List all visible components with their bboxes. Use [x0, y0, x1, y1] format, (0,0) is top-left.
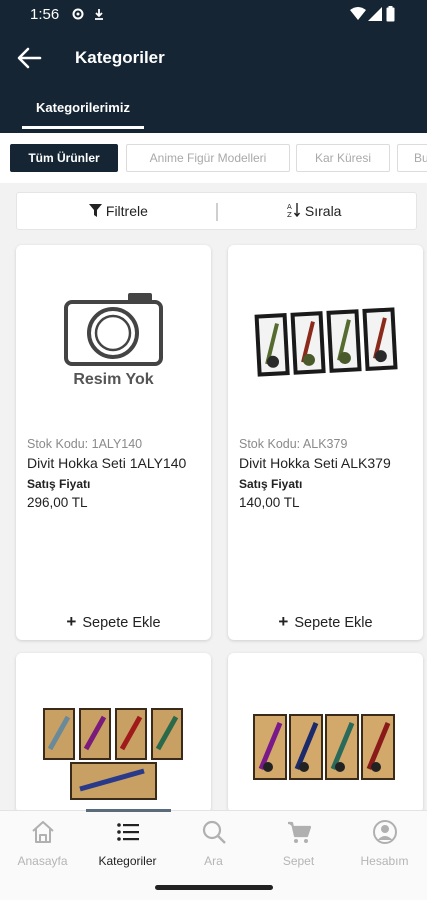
product-card[interactable]	[228, 653, 423, 813]
nav-item-cart[interactable]: Sepet	[256, 811, 341, 877]
add-to-cart-button[interactable]: + Sepete Ekle	[228, 605, 423, 639]
filter-label: Filtrele	[105, 203, 148, 219]
page-title: Kategoriler	[75, 48, 165, 67]
plus-icon: +	[66, 612, 77, 631]
nav-label: Ara	[204, 854, 223, 868]
price-label: Satış Fiyatı	[239, 477, 303, 491]
nav-label: Sepet	[282, 854, 315, 868]
stock-code: Stok Kodu: 1ALY140	[27, 437, 143, 451]
filter-button[interactable]: Filtrele	[89, 193, 148, 229]
search-icon	[202, 820, 226, 844]
svg-text:Z: Z	[287, 211, 292, 218]
nav-item-categories[interactable]: Kategoriler	[85, 811, 170, 877]
camera-icon	[64, 293, 163, 366]
home-gesture-handle[interactable]	[155, 885, 273, 890]
sort-icon: A Z	[287, 203, 301, 219]
back-arrow-icon[interactable]	[16, 46, 42, 70]
svg-text:A: A	[287, 203, 292, 211]
category-chip-bar[interactable]: Tüm Ürünler Anime Figür Modelleri Kar Kü…	[0, 133, 427, 183]
product-image	[43, 708, 183, 800]
no-image-text: Resim Yok	[73, 371, 154, 388]
nav-item-search[interactable]: Ara	[171, 811, 256, 877]
plus-icon: +	[278, 612, 289, 631]
account-icon	[373, 820, 397, 844]
product-card[interactable]: Resim Yok Stok Kodu: 1ALY140 Divit Hokka…	[16, 245, 211, 640]
product-card[interactable]: Stok Kodu: ALK379 Divit Hokka Seti ALK37…	[228, 245, 423, 640]
gesture-bar	[0, 876, 427, 900]
price-label: Satış Fiyatı	[27, 477, 91, 491]
tab-kategorilerimiz[interactable]: Kategorilerimiz	[22, 100, 144, 115]
nav-label: Anasayfa	[17, 854, 68, 868]
list-icon	[117, 823, 139, 841]
nav-item-home[interactable]: Anasayfa	[0, 811, 85, 877]
notification-status-icon	[95, 9, 103, 20]
category-chip-snow-globe[interactable]: Kar Küresi	[296, 144, 390, 172]
product-card[interactable]	[16, 653, 211, 813]
signal-icon	[368, 7, 382, 21]
home-icon	[32, 821, 54, 843]
cart-icon	[288, 821, 312, 843]
settings-status-icon	[72, 8, 84, 20]
product-name: Divit Hokka Seti 1ALY140	[27, 455, 187, 471]
filter-sort-bar: Filtrele A Z Sırala	[16, 192, 417, 230]
nav-label: Kategoriler	[98, 854, 157, 868]
filter-divider	[216, 203, 218, 221]
filter-icon	[89, 204, 102, 217]
sort-button[interactable]: A Z Sırala	[287, 193, 341, 229]
add-to-cart-label: Sepete Ekle	[82, 615, 161, 631]
tab-indicator	[22, 126, 144, 129]
add-to-cart-label: Sepete Ekle	[294, 615, 373, 631]
sort-label: Sırala	[304, 203, 342, 219]
product-image	[254, 307, 398, 377]
product-price: 140,00 TL	[239, 495, 300, 510]
add-to-cart-button[interactable]: + Sepete Ekle	[16, 605, 211, 639]
category-chip-all-products[interactable]: Tüm Ürünler	[10, 144, 118, 172]
battery-icon	[386, 6, 395, 22]
status-time: 1:56	[30, 6, 60, 23]
category-chip-anime-figures[interactable]: Anime Figür Modelleri	[126, 144, 290, 172]
status-bar: 1:56	[0, 0, 427, 30]
no-image-placeholder: Resim Yok	[16, 245, 211, 425]
product-price: 296,00 TL	[27, 495, 88, 510]
nav-item-account[interactable]: Hesabım	[342, 811, 427, 877]
bottom-navigation: Anasayfa Kategoriler Ara Sepet Hesabım	[0, 809, 427, 877]
category-chip-partial[interactable]: Bu	[397, 144, 427, 172]
wifi-icon	[350, 7, 366, 20]
product-name: Divit Hokka Seti ALK379	[239, 455, 391, 471]
stock-code: Stok Kodu: ALK379	[239, 437, 348, 451]
nav-label: Hesabım	[360, 854, 409, 868]
app-bar: Kategoriler Kategorilerimiz	[0, 30, 427, 133]
product-image	[253, 714, 395, 780]
